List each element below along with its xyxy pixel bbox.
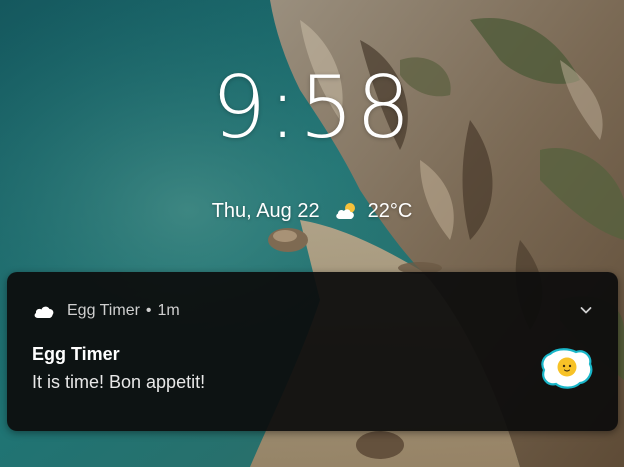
lockscreen-clock: 9:58: [211, 58, 413, 158]
date-weather-row: Thu, Aug 22 22°C: [0, 196, 624, 226]
partly-cloudy-icon: [335, 203, 355, 219]
date-label: Thu, Aug 22: [211, 199, 320, 222]
notification-title: Egg Timer: [32, 344, 120, 364]
lock-screen: 9:58 Thu, Aug 22 22°C Egg Timer • 1m Egg…: [0, 0, 624, 467]
notification-header: Egg Timer • 1m: [33, 300, 180, 322]
temperature-label: 22°C: [367, 199, 413, 222]
notification-text: It is time! Bon appetit!: [32, 372, 206, 392]
fried-egg-icon: [541, 348, 593, 389]
notification-age: 1m: [157, 302, 180, 319]
notification-app-name: Egg Timer: [67, 302, 140, 319]
chevron-down-icon[interactable]: [578, 302, 594, 318]
notification-card[interactable]: Egg Timer • 1m Egg Timer It is time! Bon…: [7, 272, 618, 431]
header-separator: •: [145, 302, 152, 319]
cloud-icon: [34, 306, 54, 318]
